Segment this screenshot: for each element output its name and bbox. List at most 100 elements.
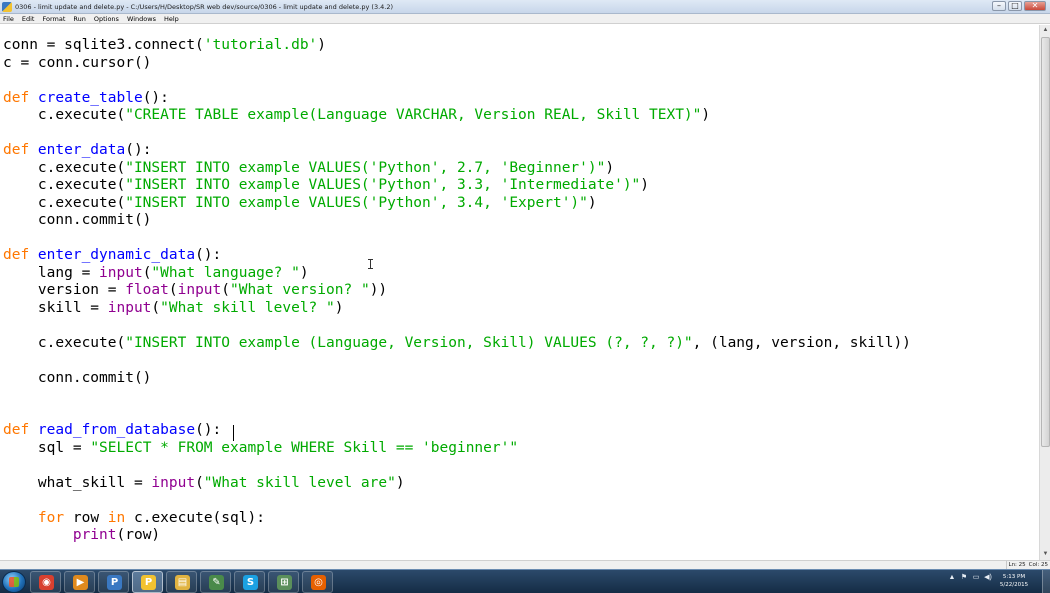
code-token: read_from_database [37, 422, 196, 438]
code-token: create_table [37, 89, 143, 106]
minimize-button[interactable]: – [992, 1, 1006, 11]
maximize-button[interactable]: □ [1008, 1, 1022, 11]
code-token: (): [125, 142, 152, 158]
menu-run[interactable]: Run [73, 15, 85, 23]
code-token: c = conn.cursor() [3, 54, 152, 71]
code-token: row [64, 509, 108, 526]
code-token: in [107, 509, 126, 526]
code-editor[interactable]: conn = sqlite3.connect('tutorial.db') c =… [0, 25, 1039, 560]
system-tray: ▲ ⚑ ▭ ◀) [948, 574, 992, 582]
code-token: ) [640, 177, 650, 193]
text-caret [233, 425, 234, 441]
code-token: def [3, 89, 38, 106]
code-token: ( [151, 299, 161, 316]
code-token: ) [605, 159, 615, 176]
code-token: for [37, 509, 65, 526]
menu-help[interactable]: Help [164, 15, 179, 23]
code-token: lang = [3, 264, 100, 281]
menu-windows[interactable]: Windows [127, 15, 156, 23]
code-token: 'tutorial.db' [203, 37, 318, 53]
menu-options[interactable]: Options [94, 15, 119, 23]
code-line: conn.commit() [3, 370, 911, 388]
code-token: "INSERT INTO example VALUES('Python', 3.… [125, 177, 641, 193]
code-line: c = conn.cursor() [3, 55, 911, 73]
menu-format[interactable]: Format [42, 15, 65, 23]
volume-icon[interactable]: ◀) [984, 574, 992, 582]
code-token: ) [334, 299, 344, 316]
taskbar-python-editor[interactable]: P [132, 571, 163, 593]
code-token: c.execute( [3, 334, 126, 351]
taskbar-media-player[interactable]: ▶ [64, 571, 95, 593]
python-editor-icon: P [141, 575, 156, 590]
code-line: def create_table(): [3, 90, 911, 108]
window-title: 0306 - limit update and delete.py - C:/U… [15, 2, 394, 11]
code-token: (): [142, 89, 169, 106]
code-token: c.execute( [3, 159, 126, 176]
code-line: c.execute("INSERT INTO example VALUES('P… [3, 177, 911, 195]
taskbar-skype[interactable]: S [234, 571, 265, 593]
code-token: conn.commit() [3, 212, 152, 228]
code-line: def enter_dynamic_data(): [3, 247, 911, 265]
taskbar-chrome[interactable]: ◉ [30, 571, 61, 593]
vertical-scrollbar[interactable]: ▲ ▼ [1039, 25, 1050, 560]
code-token: (row) [116, 527, 161, 543]
menu-edit[interactable]: Edit [22, 15, 35, 23]
code-token: ( [221, 282, 230, 298]
window-controls: – □ ✕ [992, 1, 1046, 11]
show-hidden-icons[interactable]: ▲ [948, 574, 956, 582]
clock-time: 5:13 PM [1002, 574, 1026, 580]
taskbar-firefox[interactable]: ◎ [302, 571, 333, 593]
code-line: sql = "SELECT * FROM example WHERE Skill… [3, 440, 911, 458]
code-token: "What skill level are" [203, 474, 396, 491]
start-button[interactable] [2, 571, 26, 593]
editor-app-icon: ✎ [209, 575, 224, 590]
code-token: float [125, 282, 169, 298]
code-token: print [72, 527, 117, 543]
code-token: what_skill = [3, 474, 152, 491]
code-line: c.execute("INSERT INTO example VALUES('P… [3, 160, 911, 178]
chrome-icon: ◉ [39, 575, 54, 590]
scroll-up-icon[interactable]: ▲ [1041, 26, 1050, 35]
taskbar-python-shell[interactable]: P [98, 571, 129, 593]
close-button[interactable]: ✕ [1024, 1, 1046, 11]
code-token: c.execute( [3, 107, 126, 123]
action-center-icon[interactable]: ⚑ [960, 574, 968, 582]
code-token: )) [369, 282, 388, 298]
python-idle-icon [2, 1, 12, 12]
taskbar-editor-app[interactable]: ✎ [200, 571, 231, 593]
show-desktop-button[interactable] [1042, 570, 1050, 593]
firefox-icon: ◎ [311, 575, 326, 590]
code-token: , (lang, version, skill)) [692, 334, 911, 351]
menu-file[interactable]: File [3, 15, 14, 23]
scroll-down-icon[interactable]: ▼ [1041, 550, 1050, 559]
scrollbar-thumb[interactable] [1041, 37, 1050, 447]
code-line: def read_from_database(): [3, 422, 911, 440]
python-shell-icon: P [107, 575, 122, 590]
taskbar-network-app[interactable]: ⊞ [268, 571, 299, 593]
network-icon[interactable]: ▭ [972, 574, 980, 582]
clock-date: 5/22/2015 [999, 582, 1029, 588]
code-token: "CREATE TABLE example(Language VARCHAR, … [125, 107, 702, 123]
code-token: skill = [3, 299, 108, 316]
network-app-icon: ⊞ [277, 575, 292, 590]
code-text[interactable]: conn = sqlite3.connect('tutorial.db') c =… [3, 37, 911, 545]
code-line: c.execute("INSERT INTO example (Language… [3, 335, 911, 353]
code-token: ) [317, 37, 327, 53]
title-bar[interactable]: 0306 - limit update and delete.py - C:/U… [0, 0, 1050, 14]
code-token: def [3, 422, 38, 438]
code-token: c.execute( [3, 194, 126, 211]
code-token: "INSERT INTO example VALUES('Python', 2.… [125, 159, 606, 176]
code-line: c.execute("CREATE TABLE example(Language… [3, 107, 911, 125]
code-token: input [99, 264, 143, 281]
skype-icon: S [243, 575, 258, 590]
taskbar-file-explorer[interactable]: ▤ [166, 571, 197, 593]
code-token: def [3, 142, 38, 158]
code-token: "What version? " [230, 282, 370, 298]
clock[interactable]: 5:13 PM 5/22/2015 [998, 573, 1030, 589]
